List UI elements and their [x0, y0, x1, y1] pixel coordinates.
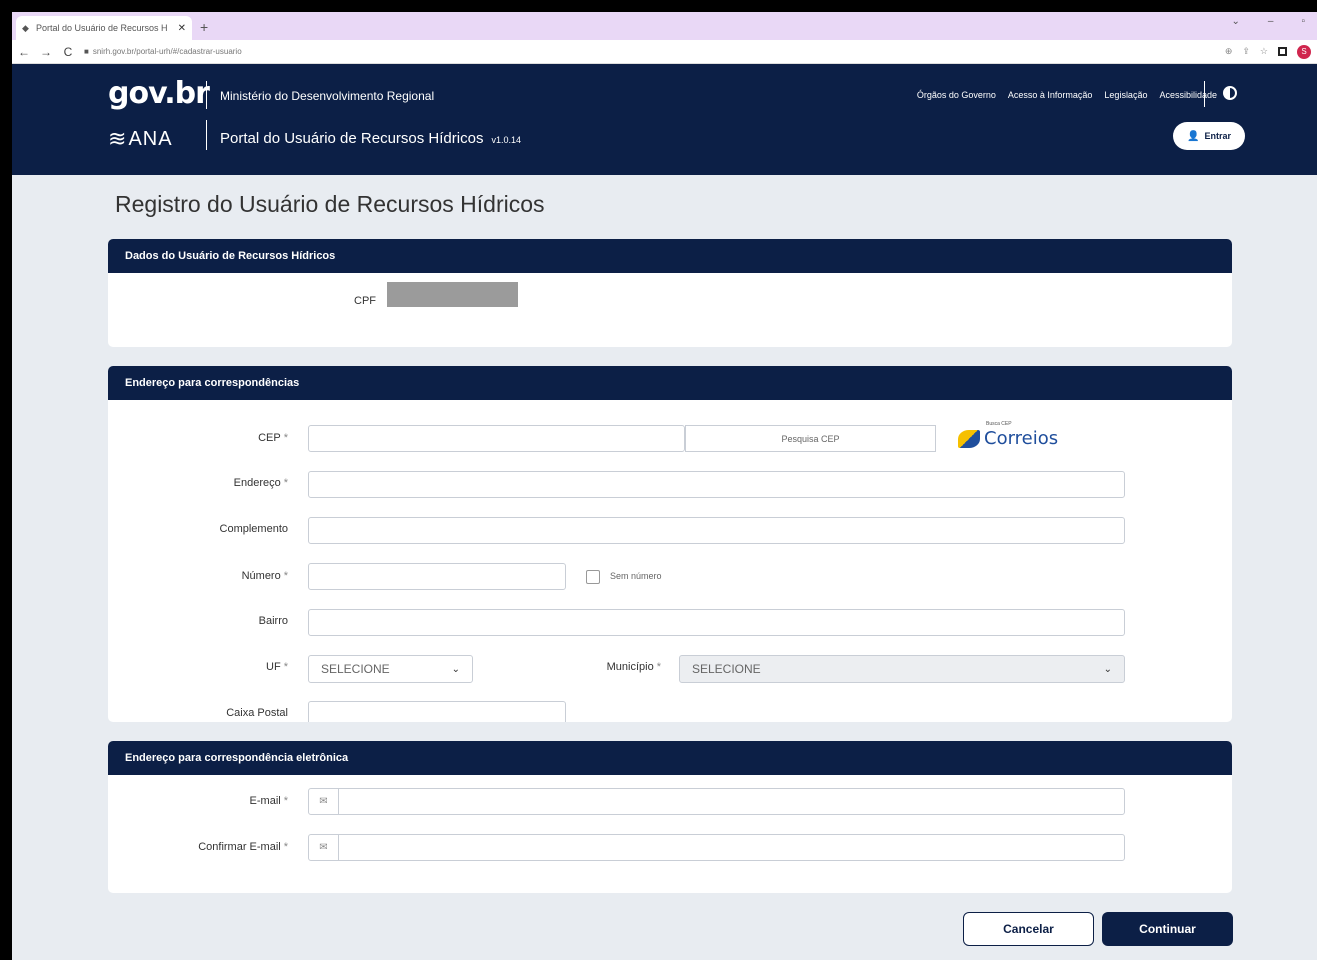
- user-icon: 👤: [1187, 130, 1200, 142]
- municipio-select-value: SELECIONE: [692, 662, 761, 676]
- search-cep-button[interactable]: Pesquisa CEP: [685, 425, 936, 452]
- chevron-down-icon: ⌄: [451, 663, 460, 675]
- close-icon[interactable]: ✕: [178, 23, 186, 34]
- municipio-select[interactable]: SELECIONE ⌄: [679, 655, 1125, 683]
- window-controls: ⌄ – ▫: [1232, 16, 1306, 27]
- zoom-icon[interactable]: ⊕: [1225, 46, 1233, 57]
- correios-icon: [958, 429, 980, 448]
- endereco-label: Endereço *: [233, 477, 288, 489]
- user-data-card: Dados do Usuário de Recursos Hídricos CP…: [108, 239, 1232, 347]
- new-tab-button[interactable]: +: [200, 19, 208, 35]
- maximize-button[interactable]: ▫: [1301, 16, 1305, 27]
- address-bar-actions: ⊕ ⇪ ☆ S: [1225, 44, 1311, 59]
- profile-avatar[interactable]: S: [1297, 44, 1311, 59]
- nav-link-acessibilidade[interactable]: Acessibilidade: [1159, 90, 1217, 100]
- ana-logo-text: ANA: [128, 127, 173, 150]
- envelope-icon: ✉: [309, 835, 339, 860]
- nav-divider: [1204, 81, 1205, 107]
- portal-title-text: Portal do Usuário de Recursos Hídricos: [220, 130, 484, 147]
- star-icon[interactable]: ☆: [1260, 46, 1268, 57]
- url-field[interactable]: ■ snirh.gov.br/portal-urh/#/cadastrar-us…: [84, 47, 1215, 56]
- complemento-label: Complemento: [219, 523, 288, 535]
- ana-logo[interactable]: ≋ ANA: [108, 126, 173, 152]
- version-label: v1.0.14: [491, 135, 521, 145]
- address-bar: ← → C ■ snirh.gov.br/portal-urh/#/cadast…: [12, 40, 1317, 64]
- caixa-postal-input[interactable]: [308, 701, 566, 722]
- cep-input[interactable]: [308, 425, 685, 452]
- nav-link-acesso[interactable]: Acesso à Informação: [1008, 90, 1093, 100]
- portal-title: Portal do Usuário de Recursos Hídricos v1…: [220, 130, 521, 147]
- cpf-label: CPF: [354, 295, 376, 307]
- back-arrow-icon[interactable]: ←: [18, 45, 30, 59]
- ana-wave-icon: ≋: [108, 126, 127, 151]
- reload-icon[interactable]: C: [62, 45, 74, 59]
- sem-numero-label: Sem número: [610, 571, 662, 581]
- continue-button[interactable]: Continuar: [1102, 912, 1233, 946]
- numero-label: Número *: [241, 570, 288, 582]
- contrast-icon[interactable]: [1223, 86, 1237, 100]
- address-card: Endereço para correspondências CEP * Pesq…: [108, 366, 1232, 722]
- nav-link-orgaos[interactable]: Órgãos do Governo: [917, 90, 996, 100]
- tab-title: Portal do Usuário de Recursos H: [36, 23, 168, 33]
- login-button[interactable]: 👤 Entrar: [1173, 122, 1245, 150]
- minimize-button[interactable]: –: [1268, 16, 1274, 27]
- envelope-icon: ✉: [309, 789, 339, 814]
- tab-search-icon[interactable]: ⌄: [1232, 16, 1240, 27]
- confirm-email-label: Confirmar E-mail *: [198, 841, 288, 853]
- complemento-input[interactable]: [308, 517, 1125, 544]
- cancel-button[interactable]: Cancelar: [963, 912, 1094, 946]
- endereco-input[interactable]: [308, 471, 1125, 498]
- uf-select[interactable]: SELECIONE ⌄: [308, 655, 473, 683]
- sem-numero-checkbox[interactable]: [586, 570, 600, 584]
- browser-window: ◆ Portal do Usuário de Recursos H ✕ + ⌄ …: [12, 12, 1317, 960]
- email-card: Endereço para correspondência eletrônica…: [108, 741, 1232, 893]
- gov-header: gov.br Ministério do Desenvolvimento Reg…: [12, 64, 1317, 175]
- user-data-header: Dados do Usuário de Recursos Hídricos: [108, 239, 1232, 273]
- favicon-icon: ◆: [22, 23, 29, 33]
- portal-divider: [206, 120, 207, 150]
- cep-label: CEP *: [258, 432, 288, 444]
- tab-strip: ◆ Portal do Usuário de Recursos H ✕ + ⌄ …: [12, 12, 1317, 40]
- uf-select-value: SELECIONE: [321, 662, 390, 676]
- chevron-down-icon: ⌄: [1103, 663, 1112, 675]
- municipio-label: Município *: [606, 661, 661, 673]
- header-divider: [206, 81, 207, 109]
- uf-label: UF *: [266, 661, 288, 673]
- address-header: Endereço para correspondências: [108, 366, 1232, 400]
- confirm-email-input[interactable]: ✉: [308, 834, 1125, 861]
- nav-link-legislacao[interactable]: Legislação: [1104, 90, 1147, 100]
- login-label: Entrar: [1204, 131, 1231, 141]
- caixa-postal-label: Caixa Postal: [226, 707, 288, 719]
- correios-text: Correios: [984, 428, 1059, 449]
- numero-input[interactable]: [308, 563, 566, 590]
- email-header: Endereço para correspondência eletrônica: [108, 741, 1232, 775]
- lock-icon: ■: [84, 47, 89, 56]
- url-text: snirh.gov.br/portal-urh/#/cadastrar-usua…: [92, 47, 242, 56]
- email-input[interactable]: ✉: [308, 788, 1125, 815]
- extension-icon[interactable]: [1278, 47, 1287, 56]
- gov-br-logo[interactable]: gov.br: [108, 76, 210, 111]
- bairro-label: Bairro: [258, 615, 288, 627]
- page-title: Registro do Usuário de Recursos Hídricos: [115, 191, 545, 217]
- bairro-input[interactable]: [308, 609, 1125, 636]
- ministry-name: Ministério do Desenvolvimento Regional: [220, 89, 435, 103]
- cpf-value-redacted: [387, 282, 518, 307]
- email-label: E-mail *: [249, 795, 288, 807]
- forward-arrow-icon[interactable]: →: [40, 45, 52, 59]
- top-nav: Órgãos do Governo Acesso à Informação Le…: [917, 90, 1217, 100]
- correios-subtitle: Busca CEP: [986, 421, 1012, 427]
- browser-tab[interactable]: ◆ Portal do Usuário de Recursos H ✕: [16, 16, 192, 40]
- share-icon[interactable]: ⇪: [1242, 46, 1250, 57]
- correios-logo[interactable]: Correios Busca CEP: [958, 421, 1059, 449]
